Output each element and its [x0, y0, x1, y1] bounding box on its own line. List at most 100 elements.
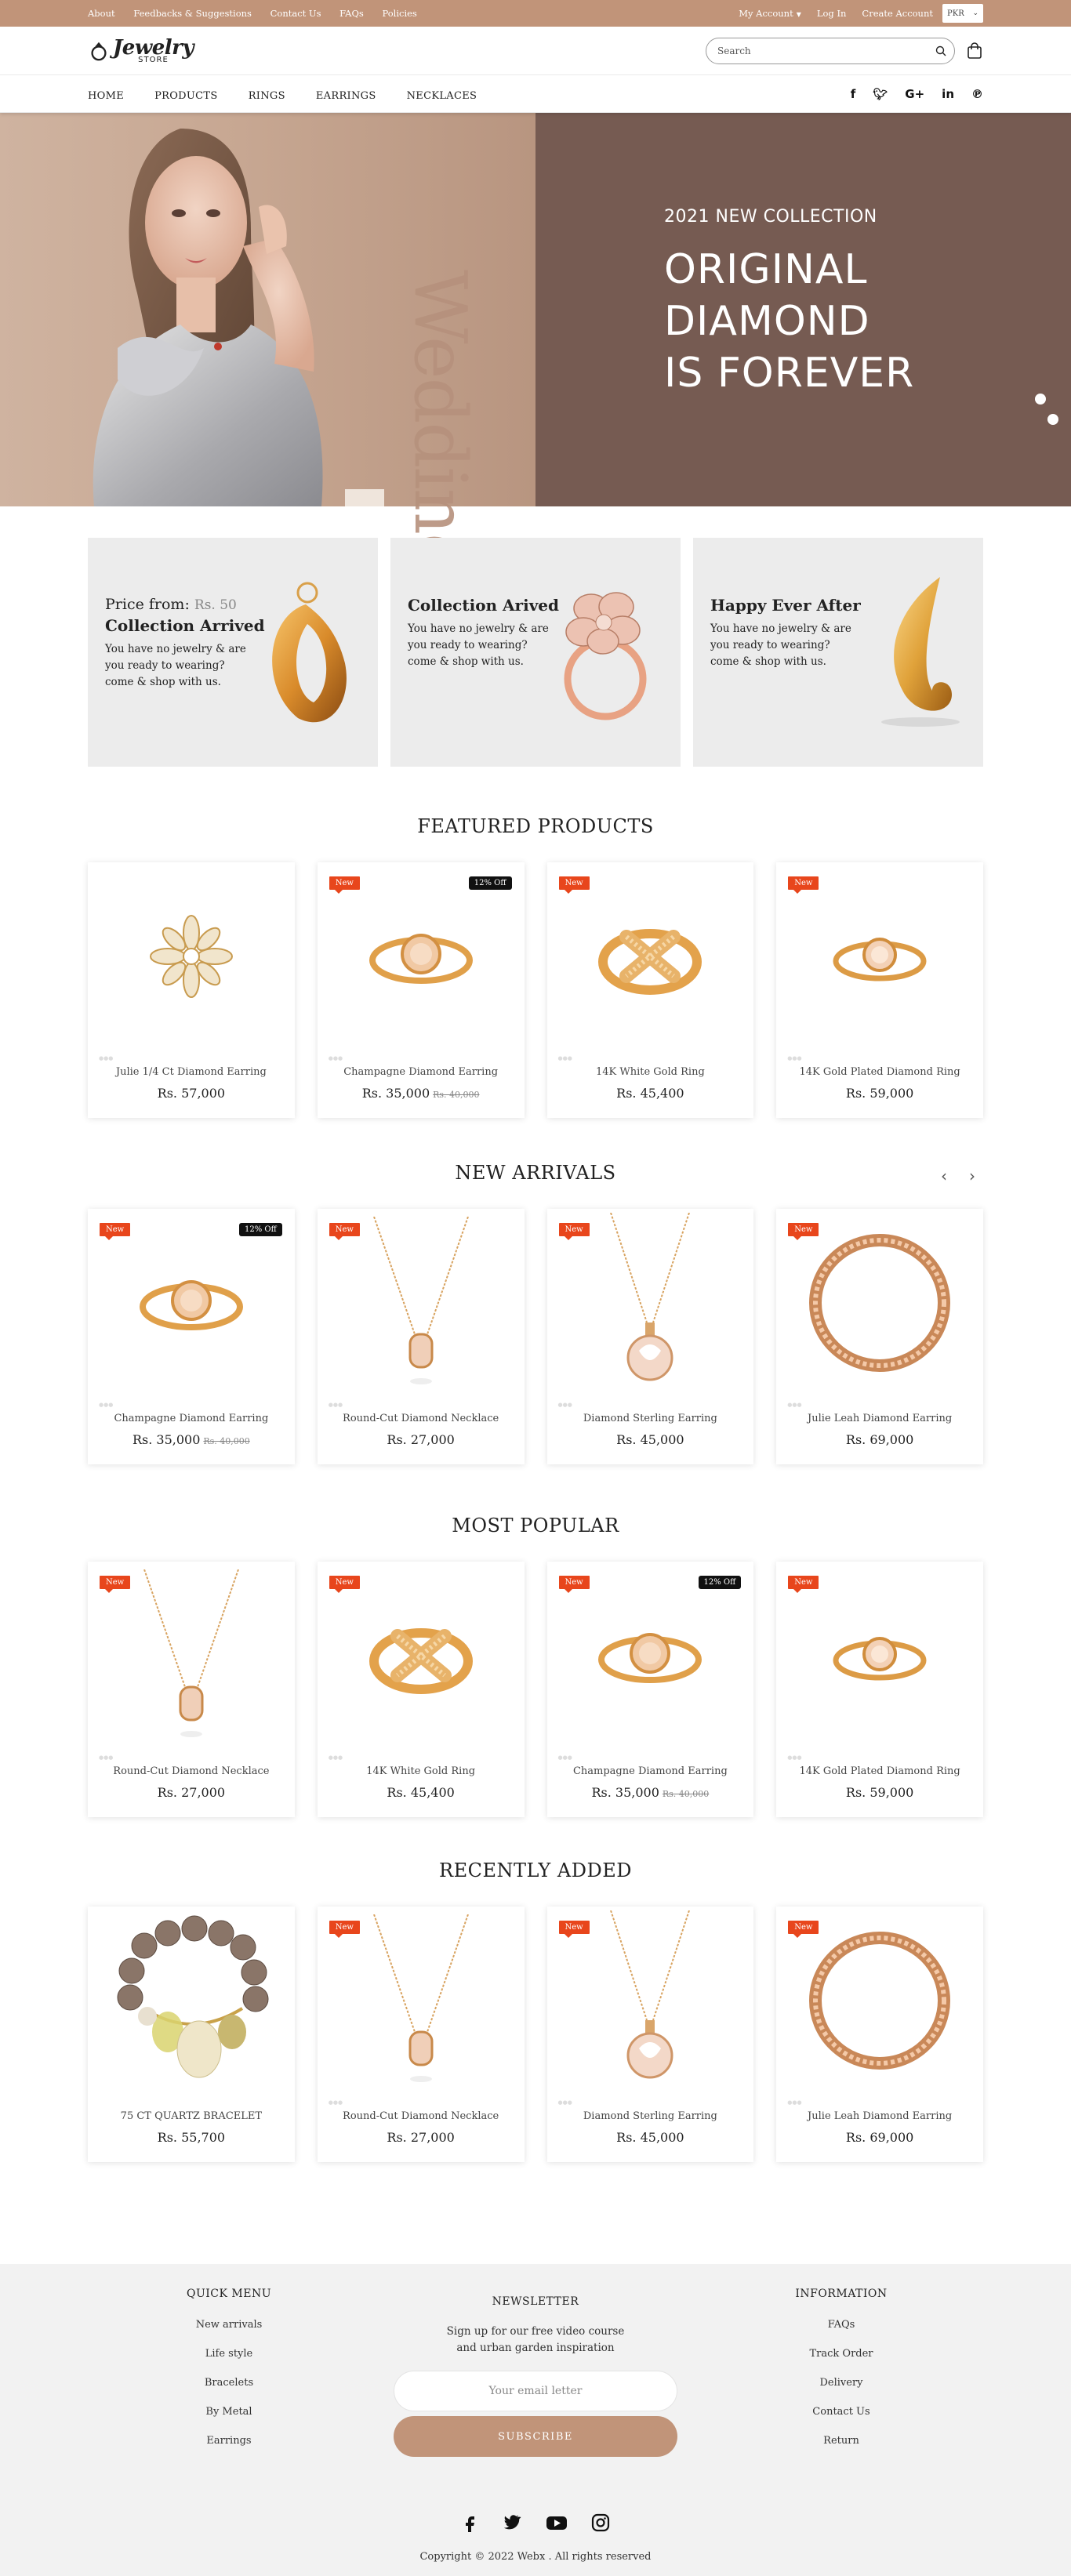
product-image[interactable]	[776, 1209, 983, 1397]
product-image[interactable]	[318, 862, 525, 1050]
chevron-right-icon[interactable]: ›	[969, 1166, 975, 1185]
product-name[interactable]: Diamond Sterling Earring	[547, 1413, 754, 1424]
chevron-left-icon[interactable]: ‹	[941, 1166, 947, 1185]
instagram-icon[interactable]	[591, 2513, 610, 2532]
footer-link[interactable]: Contact Us	[786, 2406, 896, 2418]
create-account-link[interactable]: Create Account	[862, 8, 933, 19]
slider-dot-2[interactable]	[1047, 414, 1058, 425]
product-name[interactable]: 75 CT QUARTZ BRACELET	[88, 2110, 295, 2122]
champagne-ring-image	[598, 1633, 703, 1683]
nav-necklaces[interactable]: NECKLACES	[407, 90, 477, 102]
product-card[interactable]: 75 CT QUARTZ BRACELET Rs. 55,700	[88, 1907, 295, 2162]
image-watermark: ●●●	[787, 2099, 802, 2106]
search-input[interactable]: Search	[706, 38, 955, 64]
product-name[interactable]: Champagne Diamond Earring	[547, 1765, 754, 1777]
product-name[interactable]: Round-Cut Diamond Necklace	[318, 2110, 525, 2122]
champagne-ring-image	[368, 934, 473, 984]
nav-rings[interactable]: RINGS	[249, 90, 285, 102]
product-card[interactable]: New ●●● Round-Cut Diamond Necklace Rs. 2…	[317, 1907, 525, 2162]
footer-link[interactable]: Bracelets	[174, 2377, 284, 2389]
product-card[interactable]: New 12% Off ●●● Champagne Diamond Earrin…	[546, 1562, 754, 1817]
product-image[interactable]	[547, 1562, 754, 1750]
footer-link[interactable]: New arrivals	[174, 2319, 284, 2331]
top-link-policies[interactable]: Policies	[382, 8, 416, 19]
youtube-icon[interactable]	[546, 2513, 568, 2532]
logo[interactable]: Jewelry STORE	[88, 38, 194, 64]
product-image[interactable]	[776, 1907, 983, 2095]
product-image[interactable]	[88, 862, 295, 1050]
round-cut-necklace-image	[372, 1217, 469, 1384]
product-name[interactable]: 14K Gold Plated Diamond Ring	[776, 1066, 983, 1078]
product-image[interactable]	[547, 1209, 754, 1397]
product-image[interactable]	[88, 1209, 295, 1397]
product-card[interactable]: New ●●● Julie Leah Diamond Earring Rs. 6…	[776, 1209, 983, 1464]
currency-select[interactable]: PKR ⌄	[942, 4, 983, 23]
product-name[interactable]: Julie 1/4 Ct Diamond Earring	[88, 1066, 295, 1078]
slider-dot-1[interactable]	[1035, 394, 1046, 405]
product-card[interactable]: New ●●● Julie Leah Diamond Earring Rs. 6…	[776, 1907, 983, 2162]
product-card[interactable]: New ●●● Round-Cut Diamond Necklace Rs. 2…	[317, 1209, 525, 1464]
facebook-icon[interactable]	[461, 2513, 480, 2532]
product-image[interactable]	[776, 1562, 983, 1750]
search-icon[interactable]	[935, 45, 946, 56]
pinterest-icon[interactable]: ℗	[971, 87, 983, 101]
linkedin-icon[interactable]: in	[942, 87, 954, 101]
product-card[interactable]: New ●●● 14K Gold Plated Diamond Ring Rs.…	[776, 862, 983, 1118]
product-card[interactable]: New ●●● Diamond Sterling Earring Rs. 45,…	[546, 1209, 754, 1464]
product-image[interactable]	[88, 1907, 295, 2095]
product-image[interactable]	[88, 1562, 295, 1750]
footer-link[interactable]: Return	[786, 2435, 896, 2447]
product-card[interactable]: New ●●● 14K White Gold Ring Rs. 45,400	[317, 1562, 525, 1817]
product-name[interactable]: Champagne Diamond Earring	[318, 1066, 525, 1078]
product-image[interactable]	[547, 1907, 754, 2095]
subscribe-button[interactable]: SUBSCRIBE	[394, 2416, 677, 2457]
nav-home[interactable]: HOME	[88, 90, 124, 102]
top-link-about[interactable]: About	[88, 8, 115, 19]
product-card[interactable]: New ●●● 14K White Gold Ring Rs. 45,400	[546, 862, 754, 1118]
nav-products[interactable]: PRODUCTS	[154, 90, 218, 102]
product-card[interactable]: New ●●● Round-Cut Diamond Necklace Rs. 2…	[88, 1562, 295, 1817]
product-name[interactable]: Julie Leah Diamond Earring	[776, 1413, 983, 1424]
top-link-contact[interactable]: Contact Us	[270, 8, 321, 19]
my-account-menu[interactable]: My Account ▼	[739, 8, 801, 19]
nav-earrings[interactable]: EARRINGS	[316, 90, 376, 102]
product-image[interactable]	[318, 1562, 525, 1750]
product-image[interactable]	[318, 1209, 525, 1397]
product-card[interactable]: New ●●● 14K Gold Plated Diamond Ring Rs.…	[776, 1562, 983, 1817]
top-link-faqs[interactable]: FAQs	[339, 8, 364, 19]
product-image[interactable]	[318, 1907, 525, 2095]
product-card[interactable]: New ●●● Diamond Sterling Earring Rs. 45,…	[546, 1907, 754, 2162]
product-name[interactable]: Julie Leah Diamond Earring	[776, 2110, 983, 2122]
shopping-bag-icon[interactable]	[966, 42, 983, 60]
product-name[interactable]: 14K White Gold Ring	[547, 1066, 754, 1078]
google-plus-icon[interactable]: G+	[905, 87, 924, 101]
twitter-icon[interactable]	[503, 2513, 522, 2532]
product-name[interactable]: 14K Gold Plated Diamond Ring	[776, 1765, 983, 1777]
newsletter-email-input[interactable]: Your email letter	[394, 2371, 677, 2411]
twitter-icon[interactable]: 🐦︎	[873, 87, 888, 101]
product-card[interactable]: New 12% Off ●●● Champagne Diamond Earrin…	[88, 1209, 295, 1464]
footer-link[interactable]: By Metal	[174, 2406, 284, 2418]
hero-title-line-3: IS FOREVER	[664, 350, 915, 397]
login-link[interactable]: Log In	[817, 8, 847, 19]
facebook-icon[interactable]: f	[851, 87, 856, 101]
product-name[interactable]: Round-Cut Diamond Necklace	[318, 1413, 525, 1424]
footer-link[interactable]: FAQs	[786, 2319, 896, 2331]
product-old-price: Rs. 40,000	[433, 1090, 480, 1100]
promo-card-2[interactable]: Collection Arived You have no jewelry & …	[390, 538, 681, 767]
product-name[interactable]: 14K White Gold Ring	[318, 1765, 525, 1777]
product-name[interactable]: Diamond Sterling Earring	[547, 2110, 754, 2122]
product-name[interactable]: Round-Cut Diamond Necklace	[88, 1765, 295, 1777]
product-image[interactable]	[776, 862, 983, 1050]
promo-card-1[interactable]: Price from: Rs. 50 Collection Arrived Yo…	[88, 538, 378, 767]
promo-card-3[interactable]: Happy Ever After You have no jewelry & a…	[693, 538, 983, 767]
product-name[interactable]: Champagne Diamond Earring	[88, 1413, 295, 1424]
product-card[interactable]: New 12% Off ●●● Champagne Diamond Earrin…	[317, 862, 525, 1118]
product-image[interactable]	[547, 862, 754, 1050]
footer-link[interactable]: Earrings	[174, 2435, 284, 2447]
top-link-feedback[interactable]: Feedbacks & Suggestions	[133, 8, 252, 19]
footer-link[interactable]: Life style	[174, 2348, 284, 2360]
footer-link[interactable]: Track Order	[786, 2348, 896, 2360]
footer-link[interactable]: Delivery	[786, 2377, 896, 2389]
product-card[interactable]: ●●● Julie 1/4 Ct Diamond Earring Rs. 57,…	[88, 862, 295, 1118]
